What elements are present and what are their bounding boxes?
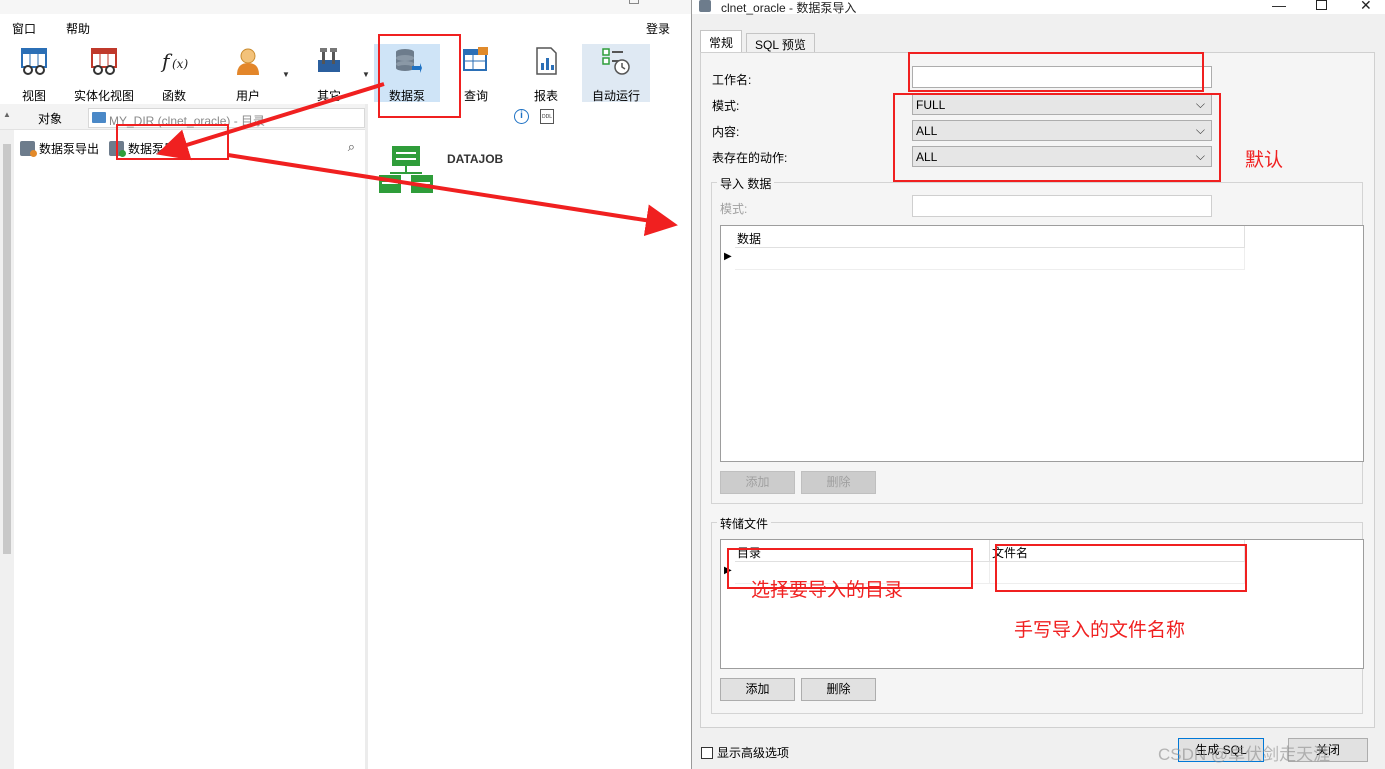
user-icon	[237, 48, 259, 75]
svg-text:(x): (x)	[172, 57, 188, 71]
toolbar-view-button[interactable]: 视图	[4, 44, 64, 103]
data-job-icon[interactable]	[378, 145, 436, 195]
import-data-group: 导入 数据 模式: 数据 ▶ 添加 删除	[711, 175, 1364, 504]
dialog-title-bar: clnet_oracle - 数据泵导入 — ✕	[692, 0, 1385, 15]
import-add-button: 添加	[720, 471, 795, 494]
data-pump-export-icon	[20, 140, 37, 157]
toolbar-view-label: 视图	[21, 89, 46, 103]
dump-delete-button[interactable]: 删除	[801, 678, 876, 701]
advanced-options-label: 显示高级选项	[717, 746, 790, 760]
annotation-box-job-name	[908, 52, 1204, 92]
screen: 窗口 帮助 登录 视图 实体化视图 f (x) 函数 用户 ▼ 其它 ▼ 数据泵…	[0, 0, 1385, 769]
object-list	[14, 161, 365, 769]
dialog-close-icon[interactable]: ✕	[1360, 0, 1372, 14]
toolbar-other-button[interactable]: 其它	[299, 44, 359, 103]
job-name-label: 工作名:	[712, 73, 752, 87]
checkbox-box[interactable]	[701, 746, 713, 759]
tab-objects[interactable]: 对象	[38, 110, 62, 127]
scroll-up-icon[interactable]: ▲	[3, 110, 11, 119]
toolbar-user-button[interactable]: 用户	[218, 44, 278, 103]
pane-splitter[interactable]	[365, 104, 368, 769]
row-pointer-icon: ▶	[724, 251, 732, 262]
annotation-box-defaults	[893, 93, 1221, 182]
mode-label: 模式:	[712, 99, 740, 113]
report-icon	[536, 47, 557, 75]
dialog-maximize-icon[interactable]	[1316, 0, 1327, 10]
import-delete-button: 删除	[801, 471, 876, 494]
tab-general[interactable]: 常规	[700, 30, 743, 52]
menu-help[interactable]: 帮助	[66, 20, 90, 37]
minimize-icon[interactable]	[629, 0, 639, 4]
advanced-options-checkbox[interactable]: 显示高级选项	[701, 744, 789, 761]
query-icon	[463, 47, 488, 71]
import-data-grid[interactable]: 数据 ▶	[720, 225, 1364, 462]
dialog-title: clnet_oracle - 数据泵导入	[721, 1, 857, 15]
data-pump-export-label: 数据泵导出	[39, 141, 100, 156]
toolbar-function-label: 函数	[161, 89, 186, 103]
dialog-app-icon	[699, 0, 711, 12]
scrollbar-thumb[interactable]	[3, 144, 11, 554]
annotation-box-filename	[995, 544, 1247, 592]
data-job-label[interactable]: DATAJOB	[447, 152, 503, 166]
info-icon[interactable]: i	[514, 109, 529, 124]
menu-login[interactable]: 登录	[646, 20, 670, 37]
toolbar-auto-run-button[interactable]: 自动运行	[582, 44, 650, 103]
data-pump-export-button[interactable]: 数据泵导出	[20, 139, 99, 157]
toolbar-materialized-view-label: 实体化视图	[74, 89, 135, 103]
toolbar-report-label: 报表	[533, 89, 558, 103]
dialog-minimize-icon[interactable]: —	[1272, 0, 1286, 13]
watermark: CSDN @卓伏剑走天涯	[1158, 745, 1331, 764]
menu-window[interactable]: 窗口	[12, 20, 36, 37]
materialized-view-icon	[91, 48, 117, 75]
dialog-tabs: 常规 SQL 预览	[700, 28, 1380, 52]
other-dropdown-icon[interactable]: ▼	[362, 70, 370, 79]
grid-header-data: 数据	[735, 226, 1245, 248]
annotation-box-data-pump	[378, 34, 461, 118]
main-toolbar: 视图 实体化视图 f (x) 函数 用户 ▼ 其它 ▼ 数据泵 查询 报表 自动…	[0, 40, 692, 104]
function-icon: f (x)	[160, 49, 188, 73]
annotation-filename-text: 手写导入的文件名称	[1014, 620, 1186, 641]
auto-run-icon	[602, 48, 630, 75]
folder-icon	[92, 112, 106, 123]
import-data-group-title: 导入 数据	[717, 175, 775, 192]
import-schema-label: 模式:	[720, 202, 748, 216]
dump-add-button[interactable]: 添加	[720, 678, 795, 701]
user-dropdown-icon[interactable]: ▼	[282, 70, 290, 79]
table-exists-action-label: 表存在的动作:	[712, 151, 788, 165]
view-icon	[21, 48, 47, 75]
import-schema-input	[912, 195, 1212, 217]
sidebar-scrollbar[interactable]	[0, 130, 14, 769]
toolbar-user-label: 用户	[235, 89, 260, 103]
content-label: 内容:	[712, 125, 740, 139]
annotation-box-import	[116, 124, 229, 160]
toolbar-auto-run-label: 自动运行	[591, 89, 640, 103]
table-row[interactable]	[735, 248, 1245, 270]
tools-icon	[318, 48, 340, 72]
annotation-directory-text: 选择要导入的目录	[751, 580, 904, 601]
annotation-default-text: 默认	[1245, 150, 1284, 171]
search-icon[interactable]: ⌕	[348, 139, 355, 155]
tab-sql-preview[interactable]: SQL 预览	[746, 33, 815, 52]
toolbar-report-button[interactable]: 报表	[516, 44, 576, 103]
menu-bar: 窗口 帮助 登录	[0, 0, 692, 38]
ddl-icon[interactable]: DDL	[540, 109, 554, 124]
menu-bar-top-strip	[0, 0, 692, 14]
dump-file-group-title: 转储文件	[717, 515, 772, 532]
toolbar-other-label: 其它	[316, 89, 341, 103]
toolbar-function-button[interactable]: f (x) 函数	[144, 44, 204, 103]
toolbar-materialized-view-button[interactable]: 实体化视图	[74, 44, 135, 103]
